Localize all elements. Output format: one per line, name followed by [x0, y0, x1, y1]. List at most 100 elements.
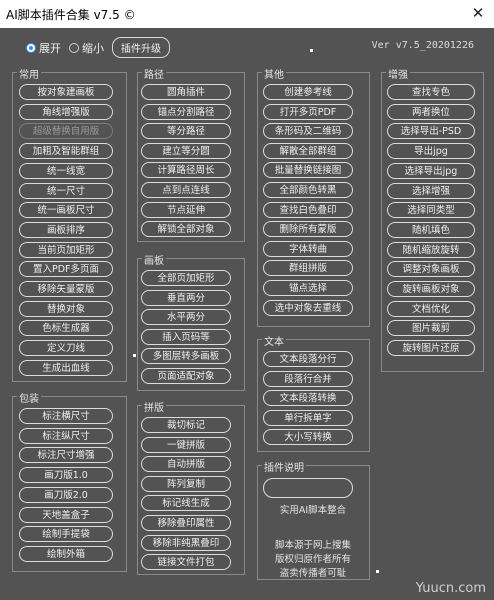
artboard-button-1[interactable]: 全部页加矩形 [141, 270, 231, 286]
common-button-5[interactable]: 统一线宽 [19, 163, 113, 179]
package-button-2[interactable]: 标注纵尺寸 [19, 428, 113, 444]
group-path-title: 路径 [142, 66, 166, 81]
artboard-button-5[interactable]: 多图层转多画板 [141, 348, 231, 364]
enhance-button-14[interactable]: 旋转图片还原 [387, 340, 475, 356]
imposition-button-2[interactable]: 一键拼版 [141, 437, 231, 453]
other-button-6[interactable]: 全部颜色转黑 [263, 182, 353, 198]
info-note-line-1: 脚本源于网上搜集 [274, 540, 351, 551]
collapse-label: 缩小 [82, 41, 104, 55]
other-button-7[interactable]: 查找白色叠印 [263, 202, 353, 218]
info-note-line-3: 盗卖传播者可耻 [279, 568, 347, 579]
other-button-12[interactable]: 选中对象去重线 [263, 300, 353, 316]
common-button-8[interactable]: 画板排序 [19, 222, 113, 238]
info-note-line-2: 版权归原作者所有 [274, 554, 351, 565]
other-button-9[interactable]: 字体转曲 [263, 241, 353, 257]
text-button-5[interactable]: 大小写转换 [263, 429, 353, 445]
enhance-button-13[interactable]: 图片裁剪 [387, 320, 475, 336]
path-button-2[interactable]: 锚点分割路径 [141, 104, 231, 120]
enhance-button-1[interactable]: 查找专色 [387, 84, 475, 100]
group-imposition-title: 拼版 [142, 399, 166, 414]
other-button-2[interactable]: 打开多页PDF [263, 104, 353, 120]
enhance-button-3[interactable]: 选择导出-PSD [387, 123, 475, 139]
common-button-12[interactable]: 替换对象 [19, 301, 113, 317]
artboard-button-3[interactable]: 水平两分 [141, 309, 231, 325]
common-button-2[interactable]: 角线增强版 [19, 104, 113, 120]
path-button-5[interactable]: 计算路径周长 [141, 162, 231, 178]
enhance-button-2[interactable]: 两者换位 [387, 104, 475, 120]
enhance-button-10[interactable]: 调整对象画板 [387, 261, 475, 277]
imposition-button-3[interactable]: 自动拼版 [141, 456, 231, 472]
marker-dot [310, 49, 313, 52]
text-button-1[interactable]: 文本段落分行 [263, 351, 353, 367]
common-button-15[interactable]: 生成出血线 [19, 360, 113, 376]
other-button-3[interactable]: 条形码及二维码 [263, 123, 353, 139]
artboard-button-2[interactable]: 垂直两分 [141, 290, 231, 306]
close-icon[interactable]: ✕ [470, 4, 486, 22]
artboard-button-6[interactable]: 页面适配对象 [141, 368, 231, 384]
text-button-4[interactable]: 单行拆单字 [263, 410, 353, 426]
imposition-button-1[interactable]: 裁切标记 [141, 417, 231, 433]
enhance-button-11[interactable]: 旋转画板对象 [387, 281, 475, 297]
common-button-3[interactable]: 超级替换自用版 [19, 123, 113, 139]
path-button-3[interactable]: 等分路径 [141, 123, 231, 139]
group-package-title: 包装 [17, 390, 41, 405]
other-button-5[interactable]: 批量替换链接图 [263, 162, 353, 178]
package-button-6[interactable]: 天地盖盒子 [19, 507, 113, 523]
other-button-11[interactable]: 锚点选择 [263, 280, 353, 296]
info-note-1: 实用AI脚本整合 [279, 505, 347, 516]
common-button-1[interactable]: 按对象建画板 [19, 84, 113, 100]
other-button-8[interactable]: 删除所有蒙版 [263, 221, 353, 237]
other-button-1[interactable]: 创建参考线 [263, 84, 353, 100]
upgrade-button[interactable]: 插件升级 [112, 37, 170, 58]
marker-dot [376, 570, 379, 573]
enhance-button-9[interactable]: 随机缩放旋转 [387, 242, 475, 258]
path-button-8[interactable]: 解锁全部对象 [141, 221, 231, 237]
package-button-1[interactable]: 标注横尺寸 [19, 408, 113, 424]
group-enhance-title: 增强 [386, 66, 410, 81]
common-button-11[interactable]: 移除矢量蒙版 [19, 281, 113, 297]
enhance-button-5[interactable]: 选择导出jpg [387, 163, 475, 179]
common-button-4[interactable]: 加粗及智能群组 [19, 143, 113, 159]
imposition-button-5[interactable]: 标记线生成 [141, 495, 231, 511]
expand-radio[interactable] [26, 42, 36, 53]
other-button-4[interactable]: 解散全部群组 [263, 143, 353, 159]
mode-row: 展开 缩小 插件升级 [26, 37, 170, 58]
package-button-4[interactable]: 画刀版1.0 [19, 467, 113, 483]
common-button-14[interactable]: 定义刀线 [19, 340, 113, 356]
common-button-6[interactable]: 统一尺寸 [19, 183, 113, 199]
path-button-4[interactable]: 建立等分圆 [141, 143, 231, 159]
group-info-title: 插件说明 [262, 459, 306, 474]
artboard-button-4[interactable]: 插入页码等 [141, 329, 231, 345]
group-artboard-title: 画板 [142, 252, 166, 267]
path-button-1[interactable]: 圆角插件 [141, 84, 231, 100]
imposition-button-6[interactable]: 移除叠印属性 [141, 515, 231, 531]
collapse-radio[interactable] [69, 42, 79, 53]
group-common-title: 常用 [17, 66, 41, 81]
package-button-5[interactable]: 画刀版2.0 [19, 487, 113, 503]
enhance-button-6[interactable]: 选择增强 [387, 183, 475, 199]
text-button-3[interactable]: 文本段落转换 [263, 390, 353, 406]
common-button-10[interactable]: 置入PDF多页面 [19, 261, 113, 277]
path-button-6[interactable]: 点到点连线 [141, 182, 231, 198]
watermark: Yuucn.com [415, 581, 486, 596]
enhance-button-8[interactable]: 随机填色 [387, 222, 475, 238]
enhance-button-7[interactable]: 选择同类型 [387, 202, 475, 218]
common-button-7[interactable]: 统一画板尺寸 [19, 202, 113, 218]
other-button-10[interactable]: 群组拼版 [263, 260, 353, 276]
imposition-button-7[interactable]: 移除非纯黑叠印 [141, 535, 231, 551]
enhance-button-12[interactable]: 文档优化 [387, 301, 475, 317]
imposition-button-8[interactable]: 链接文件打包 [141, 554, 231, 570]
package-button-3[interactable]: 标注尺寸增强 [19, 447, 113, 463]
path-button-7[interactable]: 节点延伸 [141, 202, 231, 218]
imposition-button-4[interactable]: 阵列复制 [141, 476, 231, 492]
text-button-2[interactable]: 段落行合并 [263, 371, 353, 387]
info-box [263, 478, 353, 498]
common-button-9[interactable]: 当前页加矩形 [19, 242, 113, 258]
enhance-button-4[interactable]: 导出jpg [387, 143, 475, 159]
package-button-7[interactable]: 绘制手提袋 [19, 526, 113, 542]
window-title: AI脚本插件合集 v7.5 © [6, 8, 136, 22]
group-text-title: 文本 [262, 333, 286, 348]
common-button-13[interactable]: 色标生成器 [19, 320, 113, 336]
package-button-8[interactable]: 绘制外箱 [19, 546, 113, 562]
expand-label: 展开 [39, 41, 61, 55]
